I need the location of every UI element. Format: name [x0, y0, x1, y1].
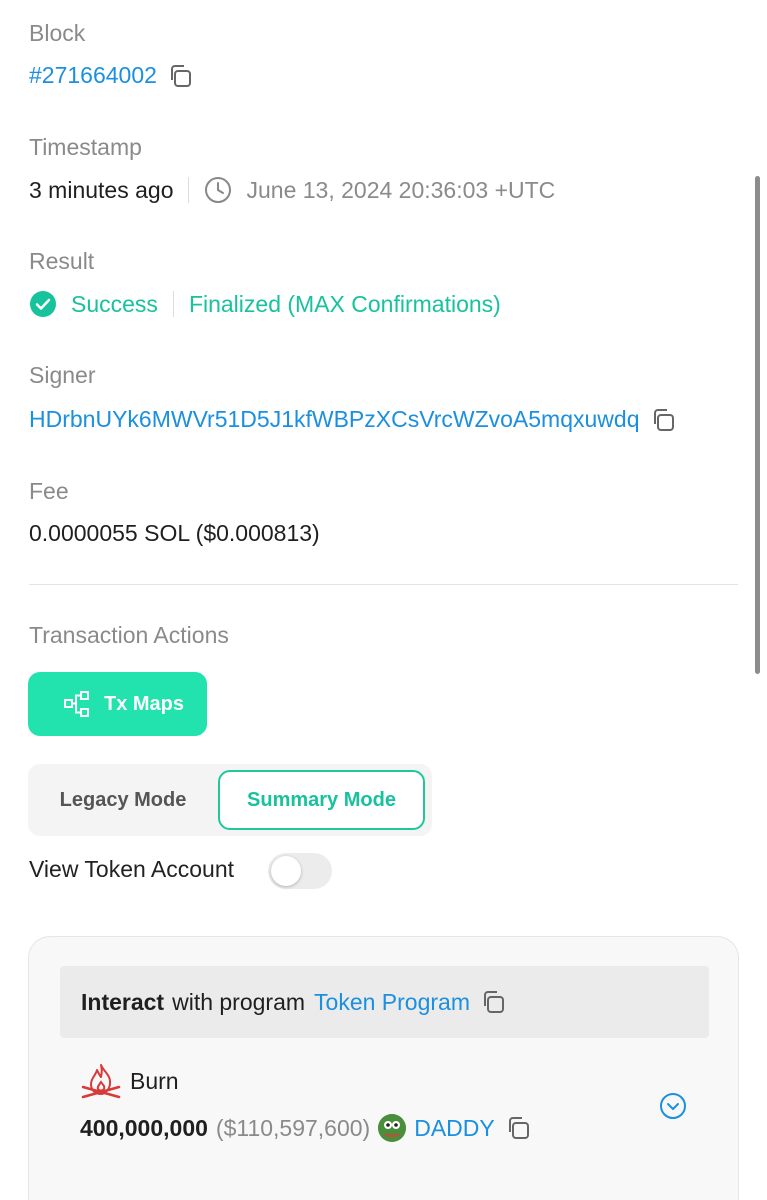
- clock-icon: [204, 176, 232, 204]
- interact-header: Interact with program Token Program: [60, 966, 709, 1038]
- timestamp-relative: 3 minutes ago: [29, 176, 174, 203]
- summary-mode-tab[interactable]: Summary Mode: [218, 770, 425, 830]
- flow-map-icon: [64, 691, 89, 717]
- interact-bold-text: Interact: [81, 988, 165, 1015]
- timestamp-label: Timestamp: [29, 134, 142, 160]
- tx-maps-button[interactable]: Tx Maps: [28, 672, 207, 736]
- token-avatar: [378, 1114, 407, 1142]
- transaction-actions-label: Transaction Actions: [29, 622, 229, 648]
- separator: [188, 177, 190, 203]
- timestamp-absolute: June 13, 2024 20:36:03 +UTC: [246, 176, 556, 203]
- copy-icon[interactable]: [650, 407, 676, 433]
- instruction-card: Interact with program Token Program Burn…: [28, 936, 739, 1200]
- view-mode-switch: Legacy Mode Summary Mode: [28, 764, 432, 836]
- burn-usd-value: ($110,597,600): [215, 1114, 371, 1141]
- block-number-link[interactable]: #271664002: [29, 62, 157, 89]
- copy-icon[interactable]: [505, 1115, 531, 1141]
- block-label: Block: [29, 20, 86, 46]
- result-row: Success Finalized (MAX Confirmations): [29, 290, 501, 318]
- success-check-icon: [29, 290, 57, 318]
- burn-amount-row: 400,000,000 ($110,597,600) DADDY: [80, 1114, 531, 1142]
- toggle-knob: [271, 856, 301, 886]
- scrollbar[interactable]: [755, 176, 760, 674]
- signer-row: HDrbnUYk6MWVr51D5J1kfWBPzXCsVrcWZvoA5mqx…: [29, 406, 676, 433]
- result-finality: Finalized (MAX Confirmations): [188, 290, 501, 317]
- signer-label: Signer: [29, 362, 96, 388]
- signer-address-link[interactable]: HDrbnUYk6MWVr51D5J1kfWBPzXCsVrcWZvoA5mqx…: [29, 406, 640, 433]
- token-symbol-link[interactable]: DADDY: [414, 1115, 495, 1142]
- program-link[interactable]: Token Program: [314, 989, 470, 1016]
- result-status: Success: [71, 290, 158, 317]
- fee-label: Fee: [29, 478, 69, 504]
- result-label: Result: [29, 248, 95, 274]
- separator: [172, 291, 174, 317]
- timestamp-row: 3 minutes ago June 13, 2024 20:36:03 +UT…: [29, 176, 555, 204]
- view-token-account-toggle[interactable]: [268, 853, 332, 889]
- legacy-mode-tab[interactable]: Legacy Mode: [28, 764, 218, 836]
- burn-action-label: Burn: [130, 1067, 179, 1094]
- copy-icon[interactable]: [480, 989, 506, 1015]
- tx-maps-label: Tx Maps: [104, 692, 185, 715]
- fee-value: 0.0000055 SOL ($0.000813): [29, 520, 320, 546]
- burn-amount: 400,000,000: [80, 1114, 208, 1141]
- interact-text: with program: [172, 988, 306, 1015]
- burn-action-row: Burn: [80, 1063, 179, 1099]
- copy-icon[interactable]: [167, 63, 193, 89]
- section-divider: [29, 584, 738, 585]
- block-value-row: #271664002: [29, 62, 193, 89]
- chevron-down-icon[interactable]: [659, 1092, 687, 1120]
- fire-icon: [81, 1064, 121, 1099]
- view-token-account-label: View Token Account: [29, 856, 235, 882]
